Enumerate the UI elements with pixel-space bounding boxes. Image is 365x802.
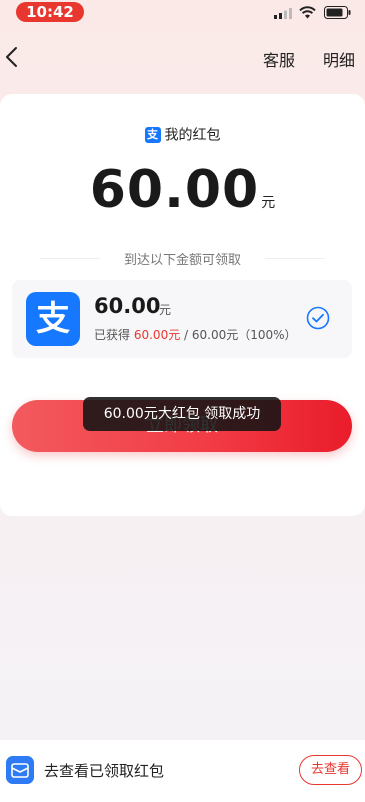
- card-title-row: 支我的红包: [0, 124, 365, 145]
- details-link[interactable]: 明细: [323, 47, 355, 71]
- back-icon[interactable]: [2, 44, 24, 70]
- alipay-icon: 支: [144, 126, 161, 143]
- status-bar: 10:42: [0, 0, 365, 26]
- reward-progress: 已获得 60.00元 / 60.00元（100%）: [94, 326, 297, 343]
- red-packet-card: 支我的红包 60.00 元 到达以下金额可领取 支 60.00 元 已获得 60.…: [0, 94, 365, 516]
- alipay-icon: 支: [26, 292, 80, 346]
- check-circle-icon: [306, 306, 330, 330]
- envelope-icon: [6, 756, 34, 784]
- card-title: 我的红包: [164, 127, 221, 144]
- signal-icon: [274, 8, 292, 19]
- battery-icon: [324, 6, 351, 19]
- total-amount-unit: 元: [261, 195, 276, 211]
- progress-suffix: / 60.00元（100%）: [180, 328, 297, 342]
- divider-right: [265, 258, 325, 259]
- total-amount: 60.00: [89, 160, 260, 220]
- status-time: 10:42: [16, 2, 84, 22]
- reward-item: 支 60.00 元 已获得 60.00元 / 60.00元（100%）: [12, 280, 352, 358]
- view-button[interactable]: 去查看: [299, 755, 362, 785]
- customer-service-link[interactable]: 客服: [263, 47, 295, 71]
- total-amount-row: 60.00 元: [0, 160, 365, 220]
- progress-prefix: 已获得: [94, 328, 131, 342]
- view-claimed-text: 去查看已领取红包: [44, 762, 165, 780]
- reward-amount: 60.00: [94, 294, 161, 318]
- wifi-icon: [299, 6, 316, 19]
- progress-current: 60.00元: [133, 328, 181, 342]
- subtitle-row: 到达以下金额可领取: [30, 248, 335, 268]
- success-toast: 60.00元大红包 领取成功: [83, 397, 281, 431]
- bottom-bar: 去查看已领取红包 去查看: [0, 740, 365, 802]
- reward-unit: 元: [159, 303, 172, 317]
- nav-bar: 客服 明细: [0, 36, 365, 80]
